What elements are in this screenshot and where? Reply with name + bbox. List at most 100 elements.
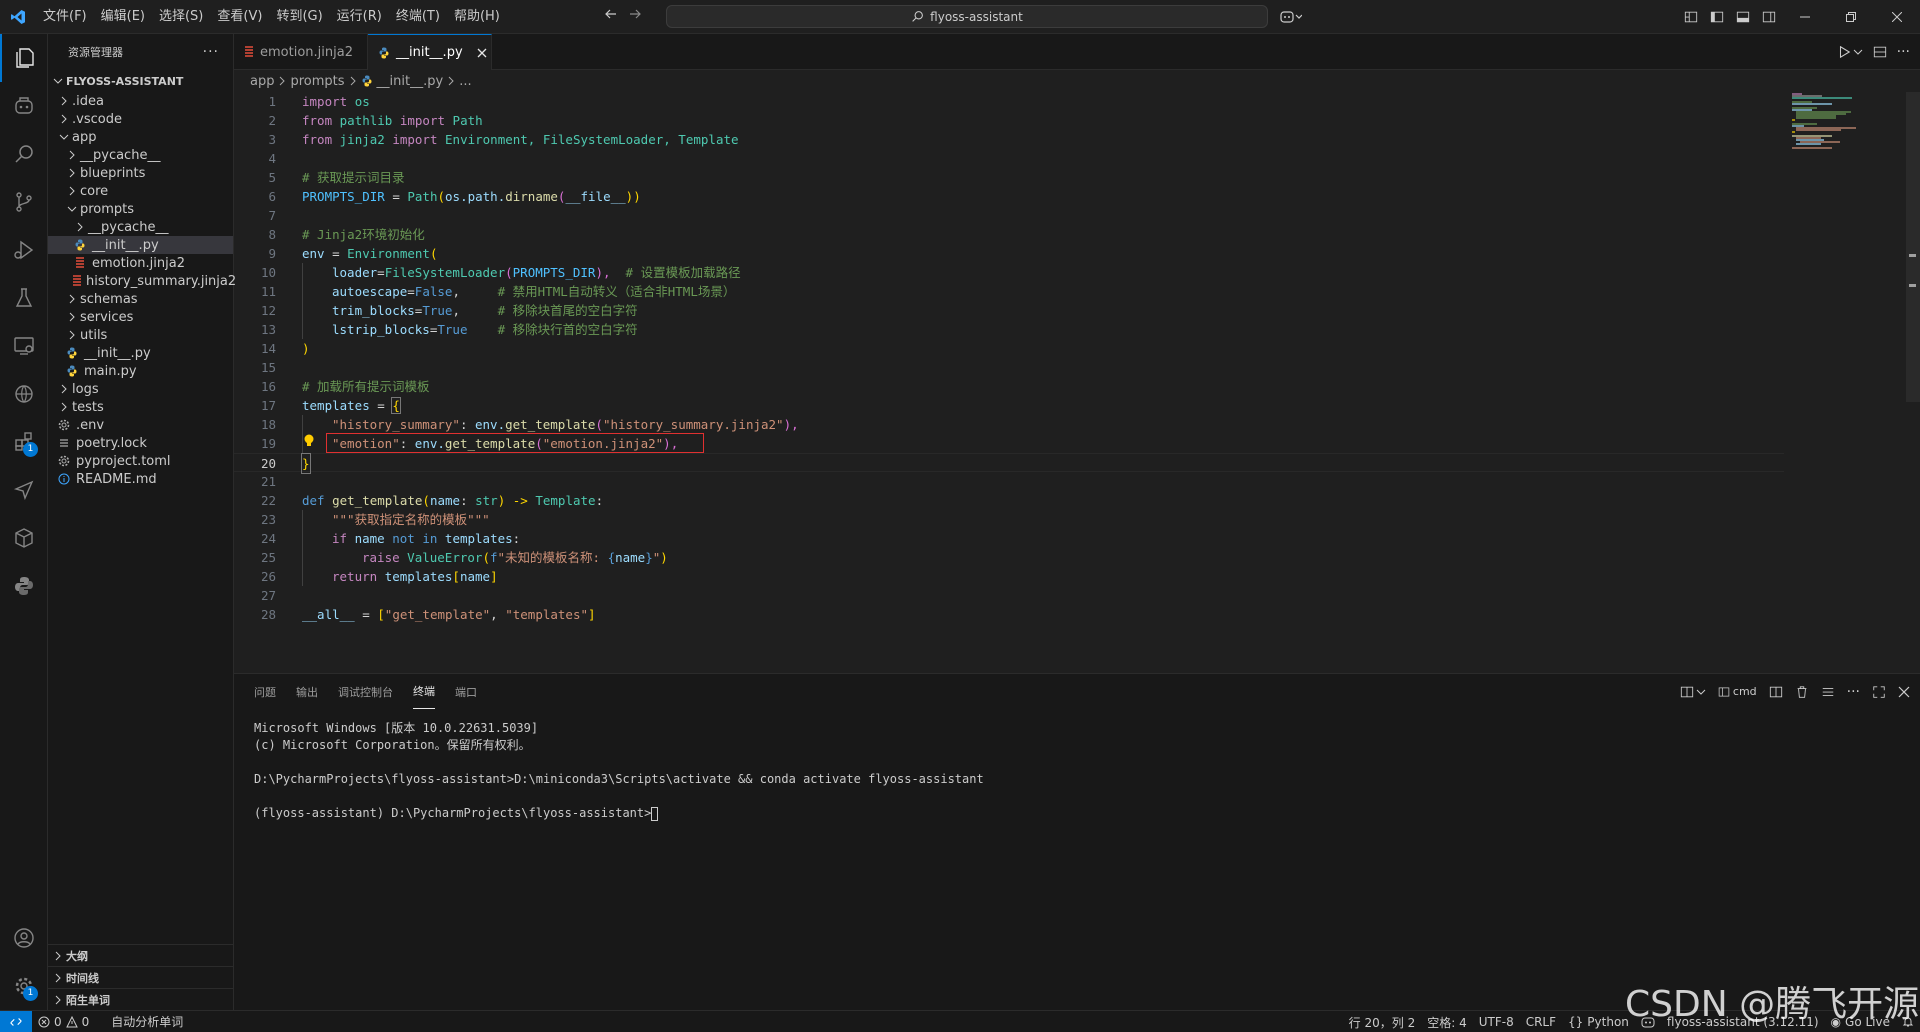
editor-scrollbar[interactable] (1906, 92, 1920, 672)
search-icon[interactable] (0, 130, 48, 178)
remote-indicator[interactable] (0, 1010, 32, 1032)
menu-go[interactable]: 转到(G) (269, 6, 329, 28)
chevron-down-icon[interactable] (1696, 687, 1706, 697)
tab-emotion-jinja2[interactable]: emotion.jinja2 (234, 34, 368, 70)
send-icon[interactable] (0, 466, 48, 514)
close-tab-icon[interactable] (477, 48, 487, 58)
docker-icon[interactable] (0, 370, 48, 418)
copilot-icon[interactable] (1280, 9, 1302, 25)
remote-explorer-icon[interactable] (0, 322, 48, 370)
restore-icon[interactable] (1828, 0, 1874, 34)
tree-folder[interactable]: tests (48, 398, 233, 416)
tree-file[interactable]: __init__.py (48, 344, 233, 362)
trash-icon[interactable] (1795, 685, 1809, 699)
vscode-logo-icon[interactable] (0, 0, 36, 34)
settings-gear-icon[interactable]: 1 (0, 962, 48, 1010)
eol-status[interactable]: CRLF (1520, 1011, 1562, 1032)
tree-folder[interactable]: utils (48, 326, 233, 344)
language-mode[interactable]: {} Python (1562, 1011, 1635, 1032)
tree-folder[interactable]: __pycache__ (48, 146, 233, 164)
tree-file[interactable]: pyproject.toml (48, 452, 233, 470)
toggle-sidebar-icon[interactable] (1704, 0, 1730, 34)
menu-help[interactable]: 帮助(H) (447, 6, 507, 28)
explorer-root-folder[interactable]: FLYOSS-ASSISTANT (48, 70, 233, 92)
menu-selection[interactable]: 选择(S) (152, 6, 210, 28)
copilot-chat-icon[interactable] (0, 82, 48, 130)
cursor-position[interactable]: 行 20，列 2 (1343, 1011, 1422, 1032)
tab-init-py[interactable]: __init__.py (368, 34, 492, 70)
problems-status[interactable]: 0 0 (32, 1011, 95, 1032)
auto-analysis-status[interactable]: 自动分析单词 (105, 1011, 189, 1032)
menu-edit[interactable]: 编辑(E) (94, 6, 152, 28)
timeline-section[interactable]: 时间线 (48, 966, 233, 988)
unknown-words-section[interactable]: 陌生单词 (48, 988, 233, 1010)
tree-file[interactable]: __init__.py (48, 236, 233, 254)
testing-icon[interactable] (0, 274, 48, 322)
tree-folder[interactable]: schemas (48, 290, 233, 308)
breadcrumb-file[interactable]: __init__.py (377, 74, 444, 89)
python-icon[interactable] (0, 562, 48, 610)
tree-item-label: __init__.py (92, 237, 159, 253)
menu-terminal[interactable]: 终端(T) (389, 6, 447, 28)
split-editor-icon[interactable] (1873, 45, 1887, 59)
tree-folder[interactable]: prompts (48, 200, 233, 218)
outline-section[interactable]: 大纲 (48, 944, 233, 966)
menu-run[interactable]: 运行(R) (330, 6, 389, 28)
tab-ports[interactable]: 端口 (455, 674, 477, 709)
package-icon[interactable] (0, 514, 48, 562)
tree-folder[interactable]: logs (48, 380, 233, 398)
tab-output[interactable]: 输出 (296, 674, 318, 709)
lightbulb-icon[interactable] (302, 433, 316, 449)
customize-layout-icon[interactable] (1678, 0, 1704, 34)
tree-file[interactable]: poetry.lock (48, 434, 233, 452)
toggle-panel-icon[interactable] (1730, 0, 1756, 34)
tree-folder[interactable]: .idea (48, 92, 233, 110)
panel-more-icon[interactable]: ··· (1847, 684, 1860, 700)
extensions-icon[interactable]: 1 (0, 418, 48, 466)
code-editor[interactable]: 1 import os 2 from pathlib import Path 3 fr… (234, 92, 1784, 672)
explorer-icon[interactable] (0, 34, 48, 82)
split-terminal-icon[interactable] (1769, 685, 1783, 699)
editor-more-icon[interactable]: ··· (1897, 44, 1910, 60)
accounts-icon[interactable] (0, 914, 48, 962)
breadcrumb-symbol[interactable]: ... (459, 74, 471, 89)
maximize-panel-icon[interactable] (1872, 685, 1886, 699)
command-center[interactable]: flyoss-assistant (666, 5, 1268, 28)
source-control-icon[interactable] (0, 178, 48, 226)
more-actions-icon[interactable]: ··· (203, 44, 219, 60)
tree-folder[interactable]: core (48, 182, 233, 200)
tree-folder[interactable]: .vscode (48, 110, 233, 128)
tree-folder[interactable]: __pycache__ (48, 218, 233, 236)
minimize-icon[interactable] (1782, 0, 1828, 34)
tab-terminal[interactable]: 终端 (413, 674, 435, 709)
tab-debug-console[interactable]: 调试控制台 (338, 674, 393, 709)
menu-file[interactable]: 文件(F) (36, 6, 94, 28)
close-panel-icon[interactable] (1898, 686, 1910, 698)
tree-file[interactable]: emotion.jinja2 (48, 254, 233, 272)
terminal-output[interactable]: Microsoft Windows [版本 10.0.22631.5039] (… (254, 720, 984, 822)
terminal-list-icon[interactable] (1821, 685, 1835, 699)
tree-file[interactable]: history_summary.jinja2 (48, 272, 236, 290)
new-terminal-layout-icon[interactable] (1680, 685, 1694, 699)
forward-arrow-icon[interactable] (627, 6, 643, 22)
terminal-profile[interactable]: cmd (1718, 685, 1757, 698)
tree-folder[interactable]: blueprints (48, 164, 233, 182)
toggle-secondary-sidebar-icon[interactable] (1756, 0, 1782, 34)
minimap[interactable] (1790, 92, 1880, 152)
run-python-icon[interactable] (1837, 45, 1851, 59)
close-window-icon[interactable] (1874, 0, 1920, 34)
run-dropdown-chevron-icon[interactable] (1853, 47, 1863, 57)
back-arrow-icon[interactable] (603, 6, 619, 22)
breadcrumb-app[interactable]: app (250, 74, 274, 89)
tree-folder[interactable]: app (48, 128, 233, 146)
tab-problems[interactable]: 问题 (254, 674, 276, 709)
encoding-status[interactable]: UTF-8 (1473, 1011, 1520, 1032)
breadcrumb-prompts[interactable]: prompts (290, 74, 344, 89)
tree-file[interactable]: main.py (48, 362, 233, 380)
indentation-status[interactable]: 空格: 4 (1421, 1011, 1473, 1032)
run-debug-icon[interactable] (0, 226, 48, 274)
tree-file[interactable]: README.md (48, 470, 233, 488)
menu-view[interactable]: 查看(V) (210, 6, 269, 28)
tree-folder[interactable]: services (48, 308, 233, 326)
tree-file[interactable]: .env (48, 416, 233, 434)
